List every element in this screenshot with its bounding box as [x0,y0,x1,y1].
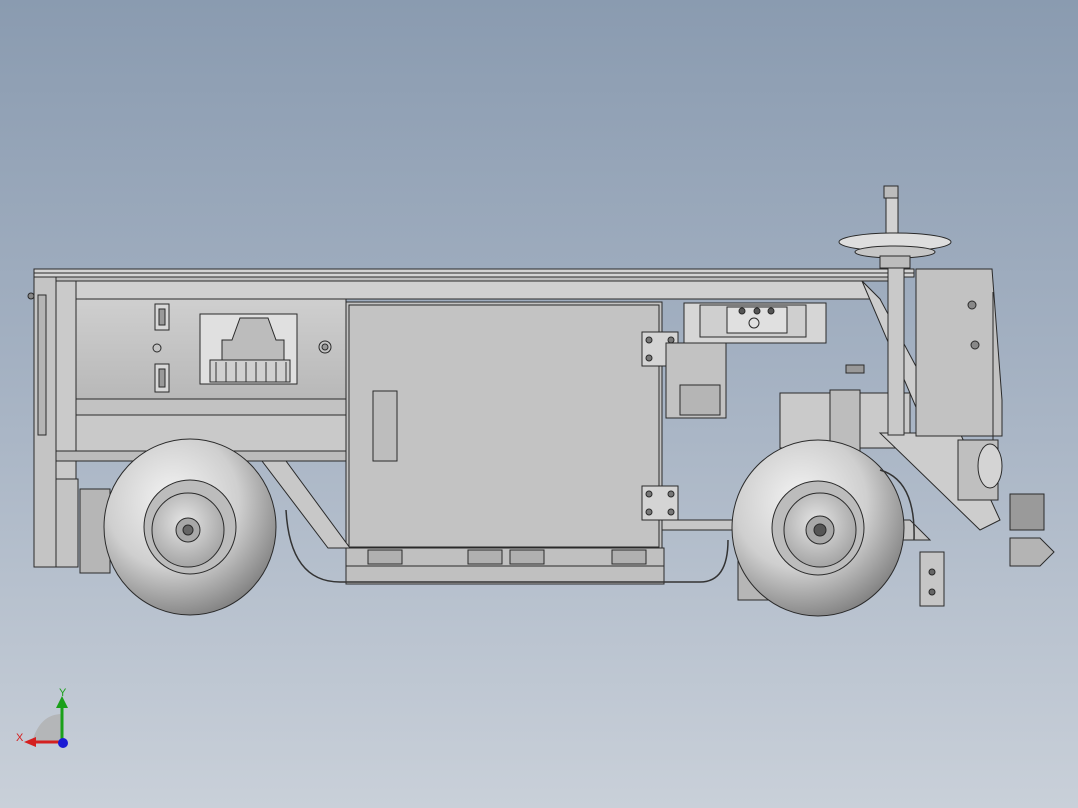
connector-window [199,313,298,385]
coordinate-triad: X Y [10,684,80,754]
front-bracket [919,551,945,607]
latch-upper [154,303,170,331]
rear-wheel [103,438,277,616]
latch-lower [154,363,170,393]
steering-wheel [838,232,952,269]
drive-motor [665,342,911,453]
battery-compartment-door [345,301,663,551]
front-wheel [731,439,905,617]
y-axis-label: Y [59,687,67,699]
triad-base [32,714,62,742]
lower-rail [55,478,79,568]
hinge-lower [641,485,679,521]
control-box [683,302,827,344]
front-console [915,268,1003,440]
battery-tray [345,547,665,585]
z-axis-dot [58,738,68,748]
x-axis-label: X [16,732,24,744]
top-rail [33,268,915,282]
graphics-viewport[interactable]: X Y [0,0,1078,808]
vehicle-model-side-view[interactable] [0,0,1078,808]
